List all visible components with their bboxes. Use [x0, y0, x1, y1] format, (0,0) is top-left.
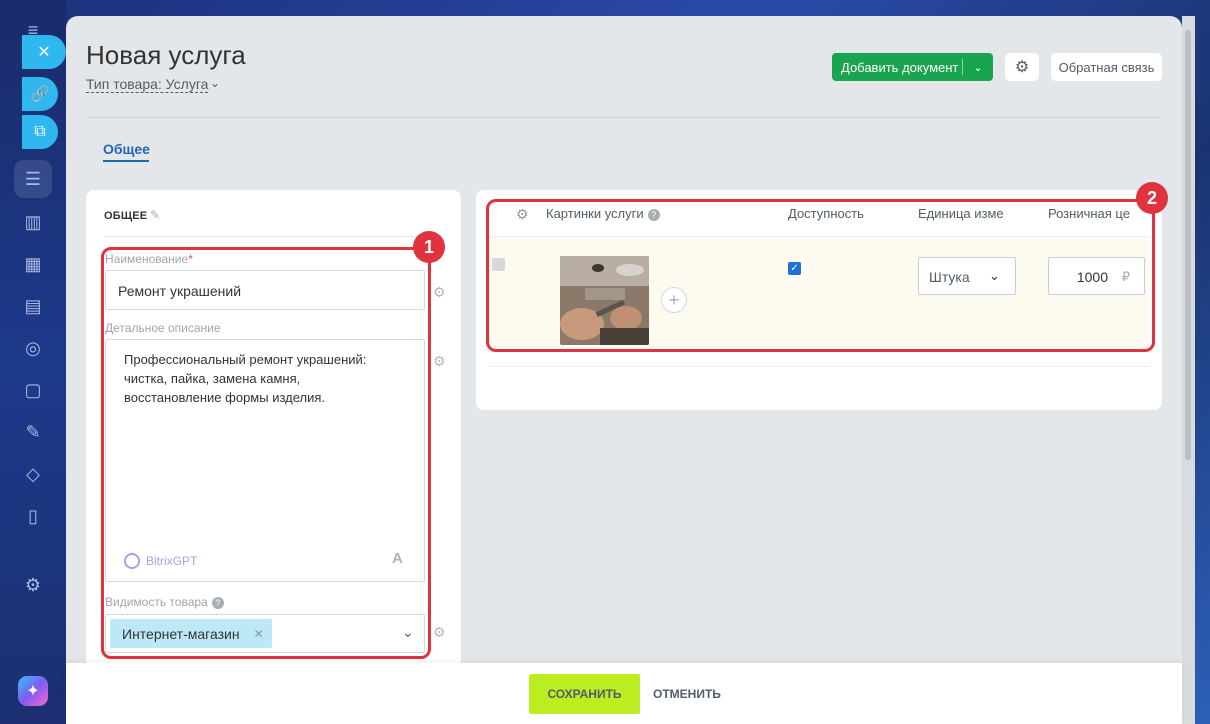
field-settings-icon[interactable]: ⚙ [433, 353, 446, 370]
copy-link-button[interactable]: 🔗 [22, 77, 58, 111]
add-document-label: Добавить документ [841, 59, 959, 75]
row-divider [488, 366, 1150, 367]
save-button[interactable]: СОХРАНИТЬ [529, 674, 640, 714]
page-title: Новая услуга [86, 40, 246, 70]
analytics-icon[interactable]: ▥ [21, 210, 45, 234]
settings-button[interactable]: ⚙ [1005, 53, 1039, 81]
footer-bar: СОХРАНИТЬ ОТМЕНИТЬ [66, 663, 1182, 724]
chevron-down-icon[interactable]: ⌄ [210, 76, 220, 90]
field-settings-icon[interactable]: ⚙ [433, 624, 446, 641]
library-icon[interactable]: ▯ [21, 504, 45, 528]
calendar-icon[interactable]: ▦ [21, 252, 45, 276]
chevron-down-icon[interactable]: ⌄ [963, 61, 993, 74]
badge-1: 1 [413, 231, 445, 263]
pencil-icon[interactable]: ✎ [150, 208, 160, 222]
left-rail: ≡ ✕ 🔗 ⧉ ☰ ▥ ▦ ▤ ◎ ▢ ✎ ◇ ▯ ⚙ ✦ [0, 0, 66, 724]
store-icon[interactable]: ▤ [21, 294, 45, 318]
feedback-button[interactable]: Обратная связь [1051, 53, 1162, 81]
general-card: ОБЩЕЕ ✎ Наименование* Ремонт украшений ⚙… [86, 190, 461, 710]
highlight-frame-2 [486, 199, 1155, 352]
open-new-window-button[interactable]: ⧉ [22, 115, 58, 149]
gear-icon: ⚙ [1014, 59, 1030, 76]
highlight-frame-1 [101, 247, 431, 659]
product-type-selector[interactable]: Тип товара: Услуга [86, 76, 209, 93]
field-settings-icon[interactable]: ⚙ [433, 284, 446, 301]
badge-2: 2 [1136, 182, 1168, 214]
section-divider [104, 236, 426, 237]
entity-slider-panel: Новая услуга Тип товара: Услуга ⌄ Добави… [66, 16, 1182, 724]
tab-active-underline [103, 160, 149, 162]
sign-icon[interactable]: ✎ [21, 420, 45, 444]
box-icon[interactable]: ◇ [21, 462, 45, 486]
settings-icon[interactable]: ⚙ [21, 573, 45, 597]
tab-general[interactable]: Общее [103, 141, 150, 157]
add-document-button[interactable]: Добавить документ ⌄ [832, 53, 993, 81]
section-title: ОБЩЕЕ [104, 210, 148, 222]
target-icon[interactable]: ◎ [21, 336, 45, 360]
close-slider-button[interactable]: ✕ [22, 35, 66, 69]
funnel-icon[interactable]: ☰ [21, 167, 45, 191]
document-icon[interactable]: ▢ [21, 378, 45, 402]
scrollbar-thumb[interactable] [1185, 30, 1191, 460]
header-divider [86, 117, 1162, 118]
product-grid-card: ⚙ Картинки услуги? Доступность Единица и… [476, 182, 1168, 410]
cancel-button[interactable]: ОТМЕНИТЬ [653, 687, 721, 701]
panel-scrollbar[interactable] [1182, 16, 1195, 724]
copilot-icon[interactable]: ✦ [18, 676, 48, 706]
